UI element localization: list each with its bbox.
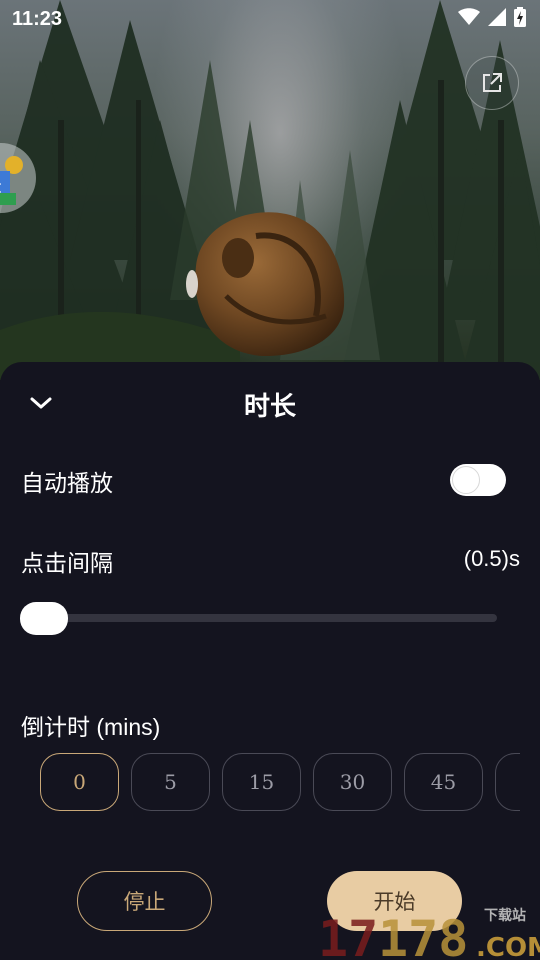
external-link-icon — [483, 73, 502, 92]
countdown-option-45[interactable]: 45 — [404, 753, 483, 811]
svg-text:.COM: .COM — [476, 933, 540, 960]
countdown-option-more[interactable] — [495, 753, 520, 811]
carved-figurine-image — [186, 212, 345, 356]
status-time: 11:23 — [12, 8, 63, 30]
svg-text:178: 178 — [378, 910, 468, 960]
click-interval-slider-thumb[interactable] — [20, 602, 68, 635]
autoplay-toggle[interactable] — [450, 464, 506, 496]
countdown-options: 0 5 15 30 45 — [40, 753, 520, 811]
battery-charging-icon — [514, 7, 526, 27]
svg-text:下载站: 下载站 — [484, 907, 526, 924]
svg-text:17: 17 — [318, 910, 378, 960]
duration-bottom-sheet: 时长 自动播放 点击间隔 (0.5)s 倒计时 (mins) 0 5 15 30… — [0, 362, 540, 960]
sheet-title: 时长 — [243, 391, 296, 421]
share-button[interactable] — [465, 56, 519, 110]
toggle-knob — [452, 466, 480, 494]
click-interval-slider-track[interactable] — [44, 614, 497, 622]
sheet-header: 时长 — [0, 362, 540, 442]
signal-icon — [488, 8, 506, 26]
countdown-label: 倒计时 (mins) — [21, 714, 161, 740]
status-bar: 11:23 — [0, 0, 540, 36]
click-interval-value: (0.5)s — [463, 546, 520, 571]
countdown-option-5[interactable]: 5 — [131, 753, 210, 811]
stop-button[interactable]: 停止 — [77, 871, 212, 931]
countdown-option-30[interactable]: 30 — [313, 753, 392, 811]
autoplay-label: 自动播放 — [21, 470, 113, 496]
countdown-option-0[interactable]: 0 — [40, 753, 119, 811]
wifi-icon — [458, 8, 480, 25]
countdown-option-15[interactable]: 15 — [222, 753, 301, 811]
site-watermark-logo: 17 178 .COM 下载站 — [318, 907, 540, 960]
click-interval-label: 点击间隔 — [21, 550, 113, 576]
